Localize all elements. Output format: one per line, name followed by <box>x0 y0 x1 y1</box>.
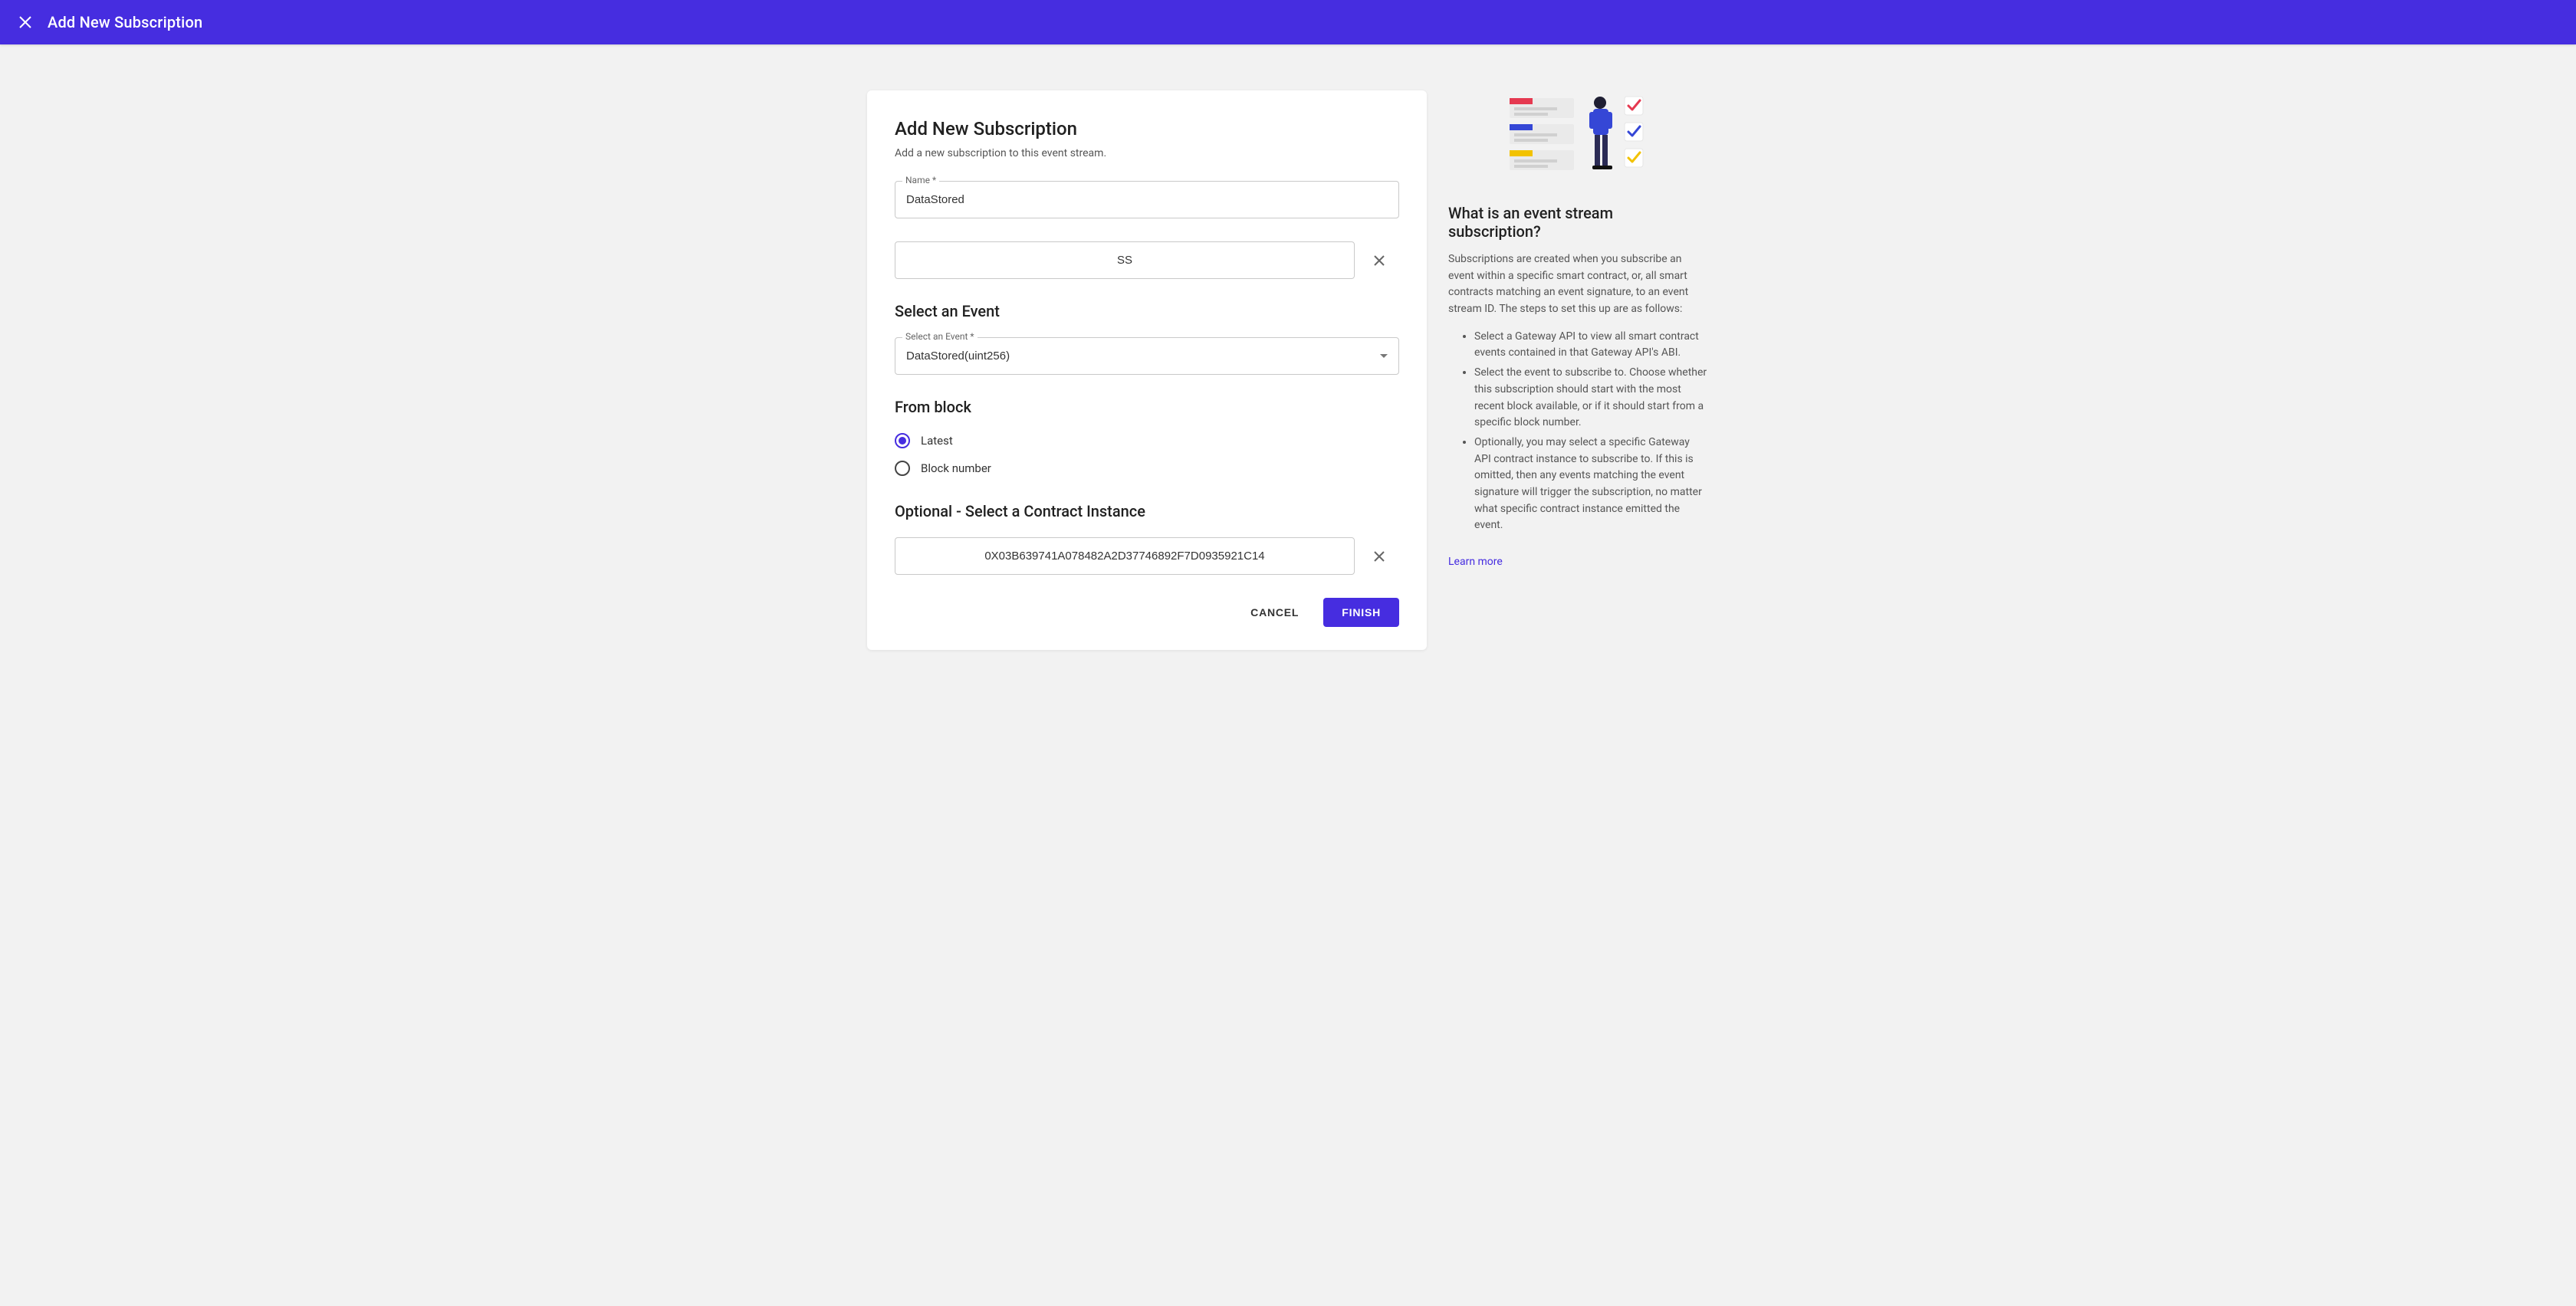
info-bullet: Select a Gateway API to view all smart c… <box>1474 329 1709 362</box>
contract-input[interactable] <box>895 537 1355 575</box>
info-heading: What is an event stream subscription? <box>1448 204 1709 241</box>
contract-row <box>895 537 1399 575</box>
finish-button[interactable]: FINISH <box>1323 598 1399 627</box>
filter-input[interactable] <box>895 241 1355 279</box>
form-subtitle: Add a new subscription to this event str… <box>895 147 1399 159</box>
name-label: Name * <box>902 175 939 185</box>
radio-latest-label: Latest <box>921 434 953 448</box>
illustration <box>1448 92 1709 176</box>
radio-block-number-label: Block number <box>921 461 991 475</box>
radio-icon-unselected <box>895 461 910 476</box>
close-icon[interactable] <box>18 15 32 29</box>
radio-latest[interactable]: Latest <box>895 433 1399 448</box>
form-actions: CANCEL FINISH <box>895 598 1399 627</box>
clear-contract-icon[interactable] <box>1370 547 1388 566</box>
info-paragraph: Subscriptions are created when you subsc… <box>1448 251 1709 318</box>
select-event-heading: Select an Event <box>895 302 1399 320</box>
name-field-wrap: Name * <box>895 181 1399 218</box>
cancel-button[interactable]: CANCEL <box>1241 599 1308 626</box>
clear-filter-icon[interactable] <box>1370 251 1388 270</box>
info-bullet-list: Select a Gateway API to view all smart c… <box>1448 329 1709 534</box>
from-block-heading: From block <box>895 398 1399 416</box>
topbar: Add New Subscription <box>0 0 2576 44</box>
info-bullet: Select the event to subscribe to. Choose… <box>1474 365 1709 432</box>
select-event-field[interactable]: Select an Event * <box>895 337 1399 375</box>
radio-block-number[interactable]: Block number <box>895 461 1399 476</box>
learn-more-link[interactable]: Learn more <box>1448 556 1503 568</box>
filter-row <box>895 241 1399 279</box>
subscription-form-card: Add New Subscription Add a new subscript… <box>867 90 1427 650</box>
topbar-title: Add New Subscription <box>48 13 202 31</box>
select-event-label: Select an Event * <box>902 331 978 342</box>
select-event-input[interactable] <box>895 337 1399 375</box>
name-input[interactable] <box>895 181 1399 218</box>
radio-icon-selected <box>895 433 910 448</box>
contract-instance-heading: Optional - Select a Contract Instance <box>895 502 1399 520</box>
info-bullet: Optionally, you may select a specific Ga… <box>1474 435 1709 534</box>
form-heading: Add New Subscription <box>895 118 1399 139</box>
info-panel: What is an event stream subscription? Su… <box>1448 90 1709 568</box>
